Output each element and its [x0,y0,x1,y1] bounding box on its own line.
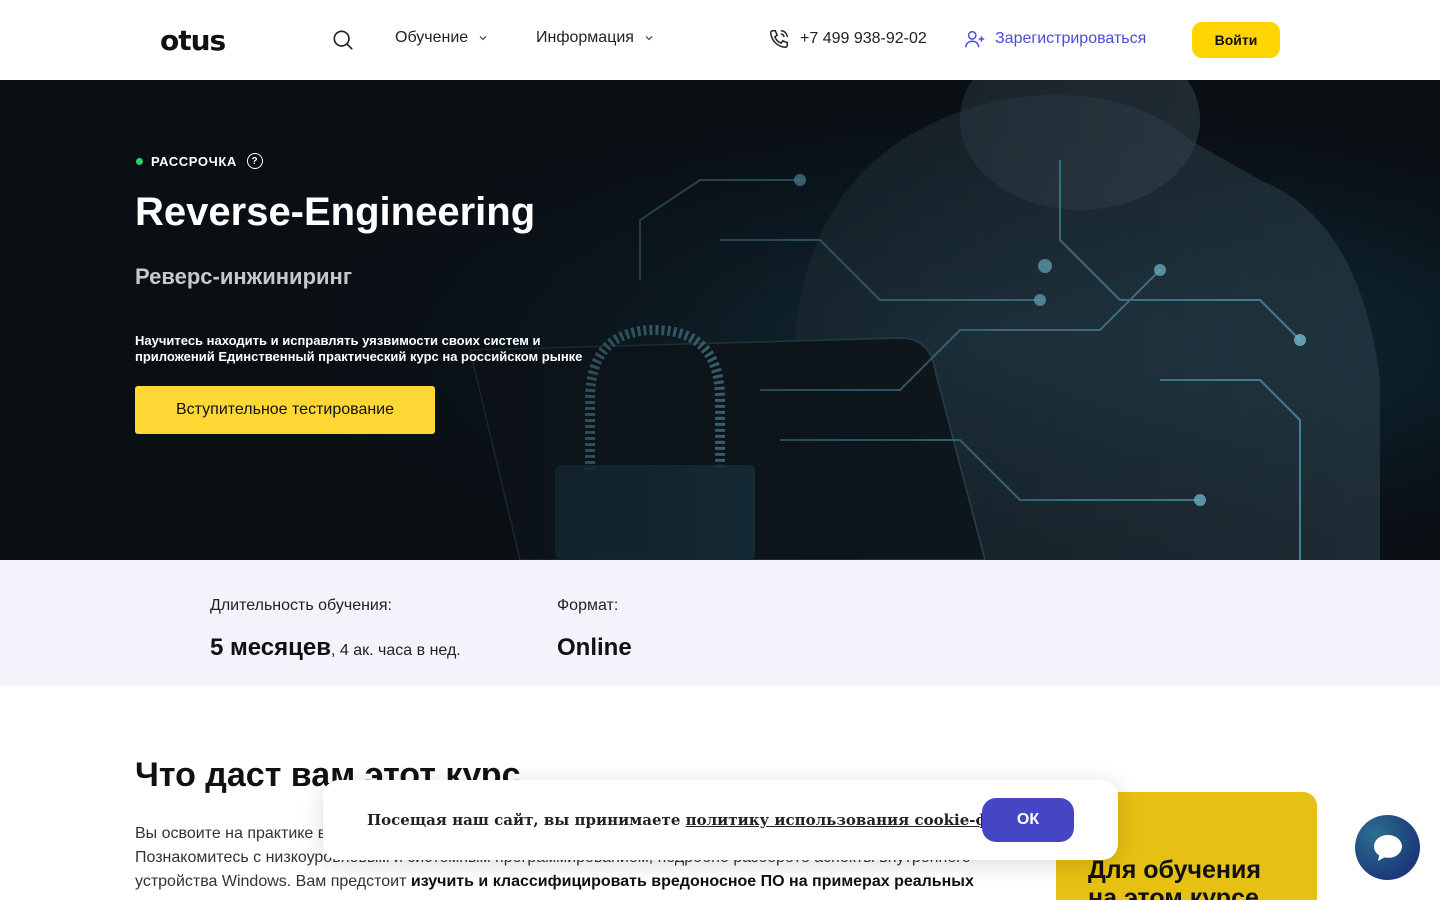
section-text-line-3-plain: устройства Windows. Вам предстоит [135,873,411,890]
installment-label: РАССРОЧКА [151,153,237,169]
nav-information-label: Информация [536,29,634,46]
course-subtitle: Реверс-инжиниринг [135,264,352,289]
installment-badge: РАССРОЧКА ? [136,153,263,169]
site-header: otus Обучение Информация +7 499 938-92-0… [0,0,1440,80]
course-info-strip: Длительность обучения: 5 месяцев, 4 ак. … [0,560,1440,686]
login-button[interactable]: Войти [1192,22,1280,58]
register-label: Зарегистрироваться [995,30,1147,47]
help-icon[interactable]: ? [246,153,263,169]
nav-education-label: Обучение [395,29,469,46]
format-label: Формат: [557,597,619,614]
duration-label: Длительность обучения: [210,597,392,614]
duration-value: 5 месяцев, 4 ак. часа в нед. [210,634,461,662]
entrance-test-button[interactable]: Вступительное тестирование [135,386,435,434]
format-value: Online [557,634,632,661]
nav-information[interactable]: Информация [536,29,654,47]
section-text-line-3: устройства Windows. Вам предстоит изучит… [135,870,995,894]
nav-education[interactable]: Обучение [395,29,488,47]
otus-logo[interactable]: otus [160,23,226,57]
logo-text: otus [160,23,226,57]
chevron-down-icon [479,36,487,41]
duration-hours: , 4 ак. часа в нед. [331,642,461,659]
phone-link[interactable]: +7 499 938-92-02 [768,28,927,50]
phone-number: +7 499 938-92-02 [800,30,927,47]
hero-section: РАССРОЧКА ? Reverse-Engineering Реверс-и… [0,80,1440,560]
course-description: Научитесь находить и исправлять уязвимос… [135,333,583,364]
phone-icon [770,30,788,48]
add-user-icon [965,30,985,48]
course-title: Reverse-Engineering [135,190,536,234]
cookie-text-plain: Посещая наш сайт, вы принимаете [367,811,686,829]
search-icon[interactable] [332,29,354,51]
register-link[interactable]: Зарегистрироваться [964,28,1146,50]
duration-months: 5 месяцев [210,634,332,661]
status-dot [136,157,143,165]
cookie-text: Посещая наш сайт, вы принимаете политику… [367,811,1041,829]
chat-icon [1373,834,1402,861]
chat-widget-button[interactable] [1355,815,1420,880]
cookie-banner: Посещая наш сайт, вы принимаете политику… [323,780,1118,860]
section-text-line-3-bold: изучить и классифицировать вредоносное П… [410,873,974,890]
cookie-ok-button[interactable]: ОК [982,798,1074,842]
requirements-card-title: Для обучения на этом курсе [1088,856,1261,900]
hero-background-image [0,80,1440,560]
chevron-down-icon [645,36,653,41]
